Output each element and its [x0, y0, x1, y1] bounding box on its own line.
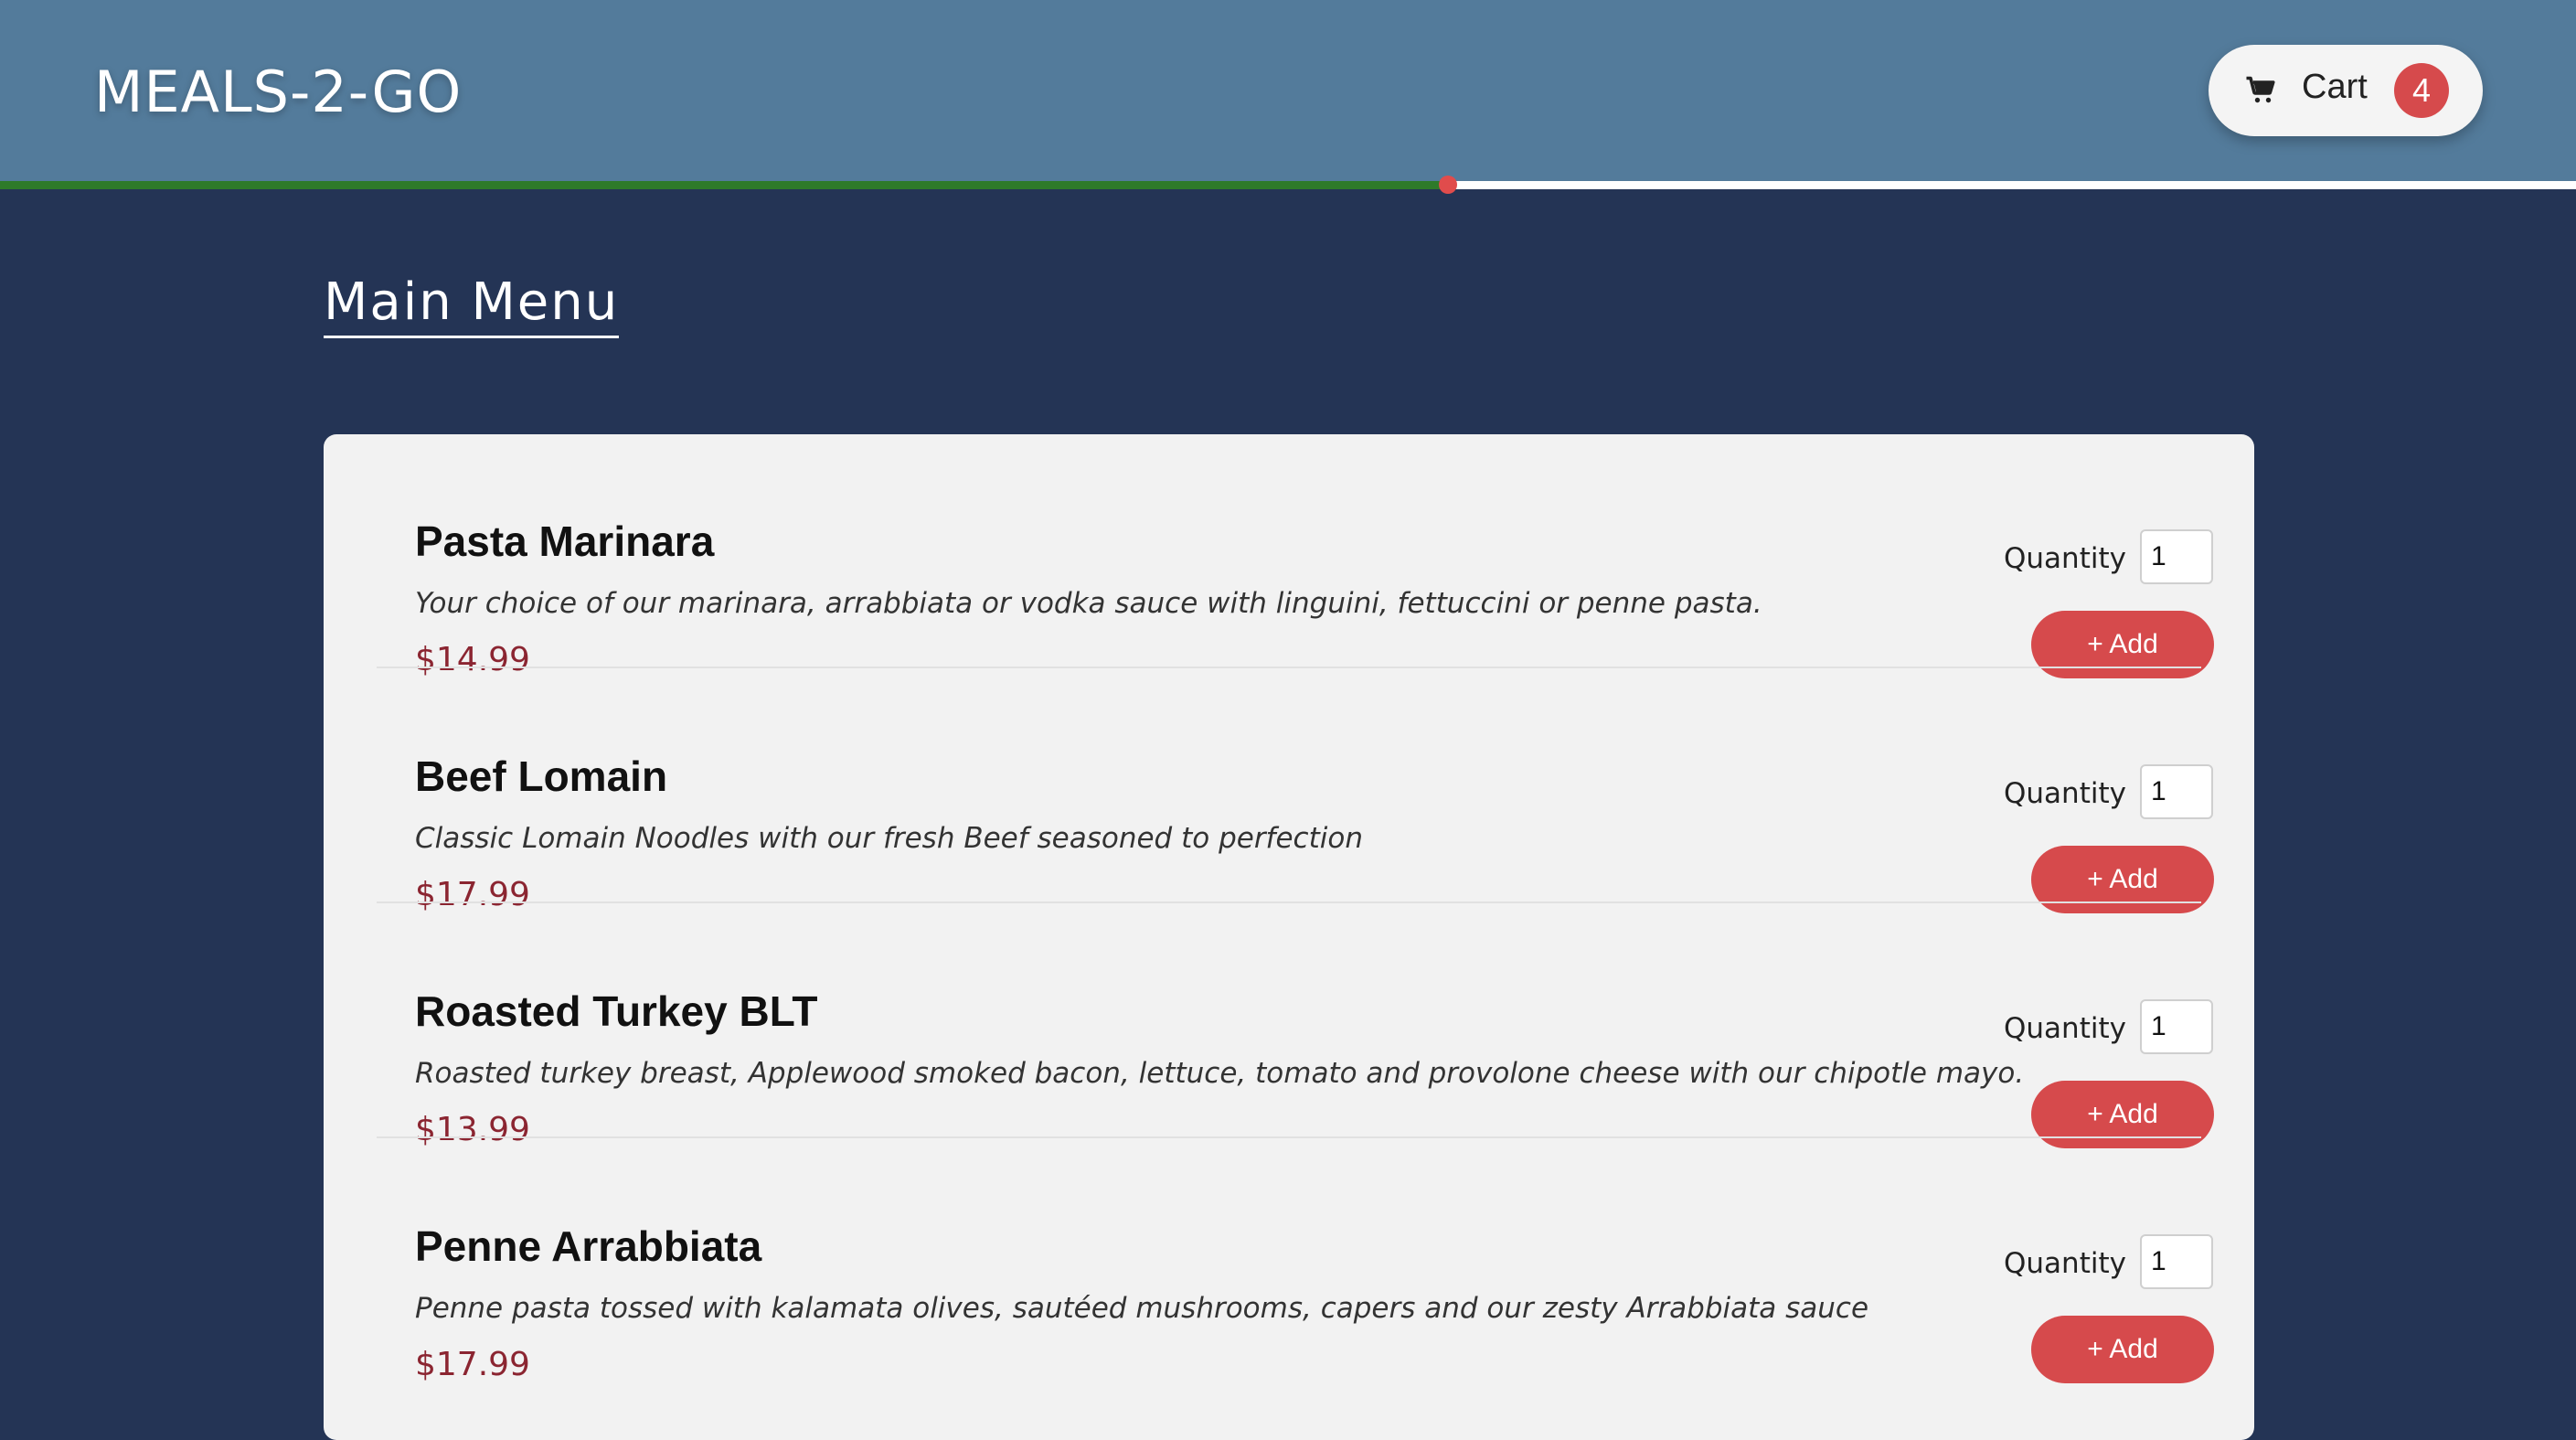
menu-card: Pasta Marinara Your choice of our marina… — [324, 434, 2254, 1440]
quantity-label: Quantity — [2004, 1247, 2126, 1280]
menu-item: Penne Arrabbiata Penne pasta tossed with… — [377, 1139, 2214, 1383]
quantity-label: Quantity — [2004, 542, 2126, 575]
scroll-progress-fill — [0, 181, 1448, 189]
menu-item-description: Roasted turkey breast, Applewood smoked … — [415, 1057, 2025, 1090]
add-to-cart-button[interactable]: + Add — [2031, 846, 2214, 913]
quantity-input[interactable] — [2140, 529, 2213, 584]
menu-item: Pasta Marinara Your choice of our marina… — [377, 434, 2214, 678]
menu-item-description: Classic Lomain Noodles with our fresh Be… — [415, 822, 1363, 855]
scroll-progress-indicator — [1439, 176, 1457, 194]
add-to-cart-button[interactable]: + Add — [2031, 1081, 2214, 1148]
cart-count-badge: 4 — [2394, 63, 2449, 118]
quantity-input[interactable] — [2140, 1234, 2213, 1289]
page-title: Main Menu — [324, 272, 620, 338]
scroll-progress-bar — [0, 176, 2576, 194]
quantity-input[interactable] — [2140, 999, 2213, 1054]
cart-button[interactable]: Cart 4 — [2209, 45, 2483, 136]
cart-label: Cart — [2302, 68, 2368, 106]
menu-item: Beef Lomain Classic Lomain Noodles with … — [377, 669, 2214, 913]
add-to-cart-button[interactable]: + Add — [2031, 1316, 2214, 1383]
menu-item-name: Penne Arrabbiata — [415, 1222, 762, 1270]
menu-item-price: $17.99 — [415, 1346, 530, 1383]
app-logo[interactable]: MEALS-2-GO — [94, 59, 462, 125]
menu-item-name: Pasta Marinara — [415, 517, 715, 565]
quantity-label: Quantity — [2004, 777, 2126, 810]
cart-icon — [2245, 74, 2278, 107]
app-header: MEALS-2-GO Cart 4 — [0, 0, 2576, 181]
add-to-cart-button[interactable]: + Add — [2031, 611, 2214, 678]
menu-item-name: Beef Lomain — [415, 752, 668, 800]
menu-item: Roasted Turkey BLT Roasted turkey breast… — [377, 904, 2214, 1148]
menu-item-description: Penne pasta tossed with kalamata olives,… — [415, 1292, 1869, 1325]
menu-item-description: Your choice of our marinara, arrabbiata … — [415, 587, 1762, 620]
quantity-label: Quantity — [2004, 1012, 2126, 1045]
quantity-input[interactable] — [2140, 764, 2213, 819]
menu-item-name: Roasted Turkey BLT — [415, 987, 818, 1035]
